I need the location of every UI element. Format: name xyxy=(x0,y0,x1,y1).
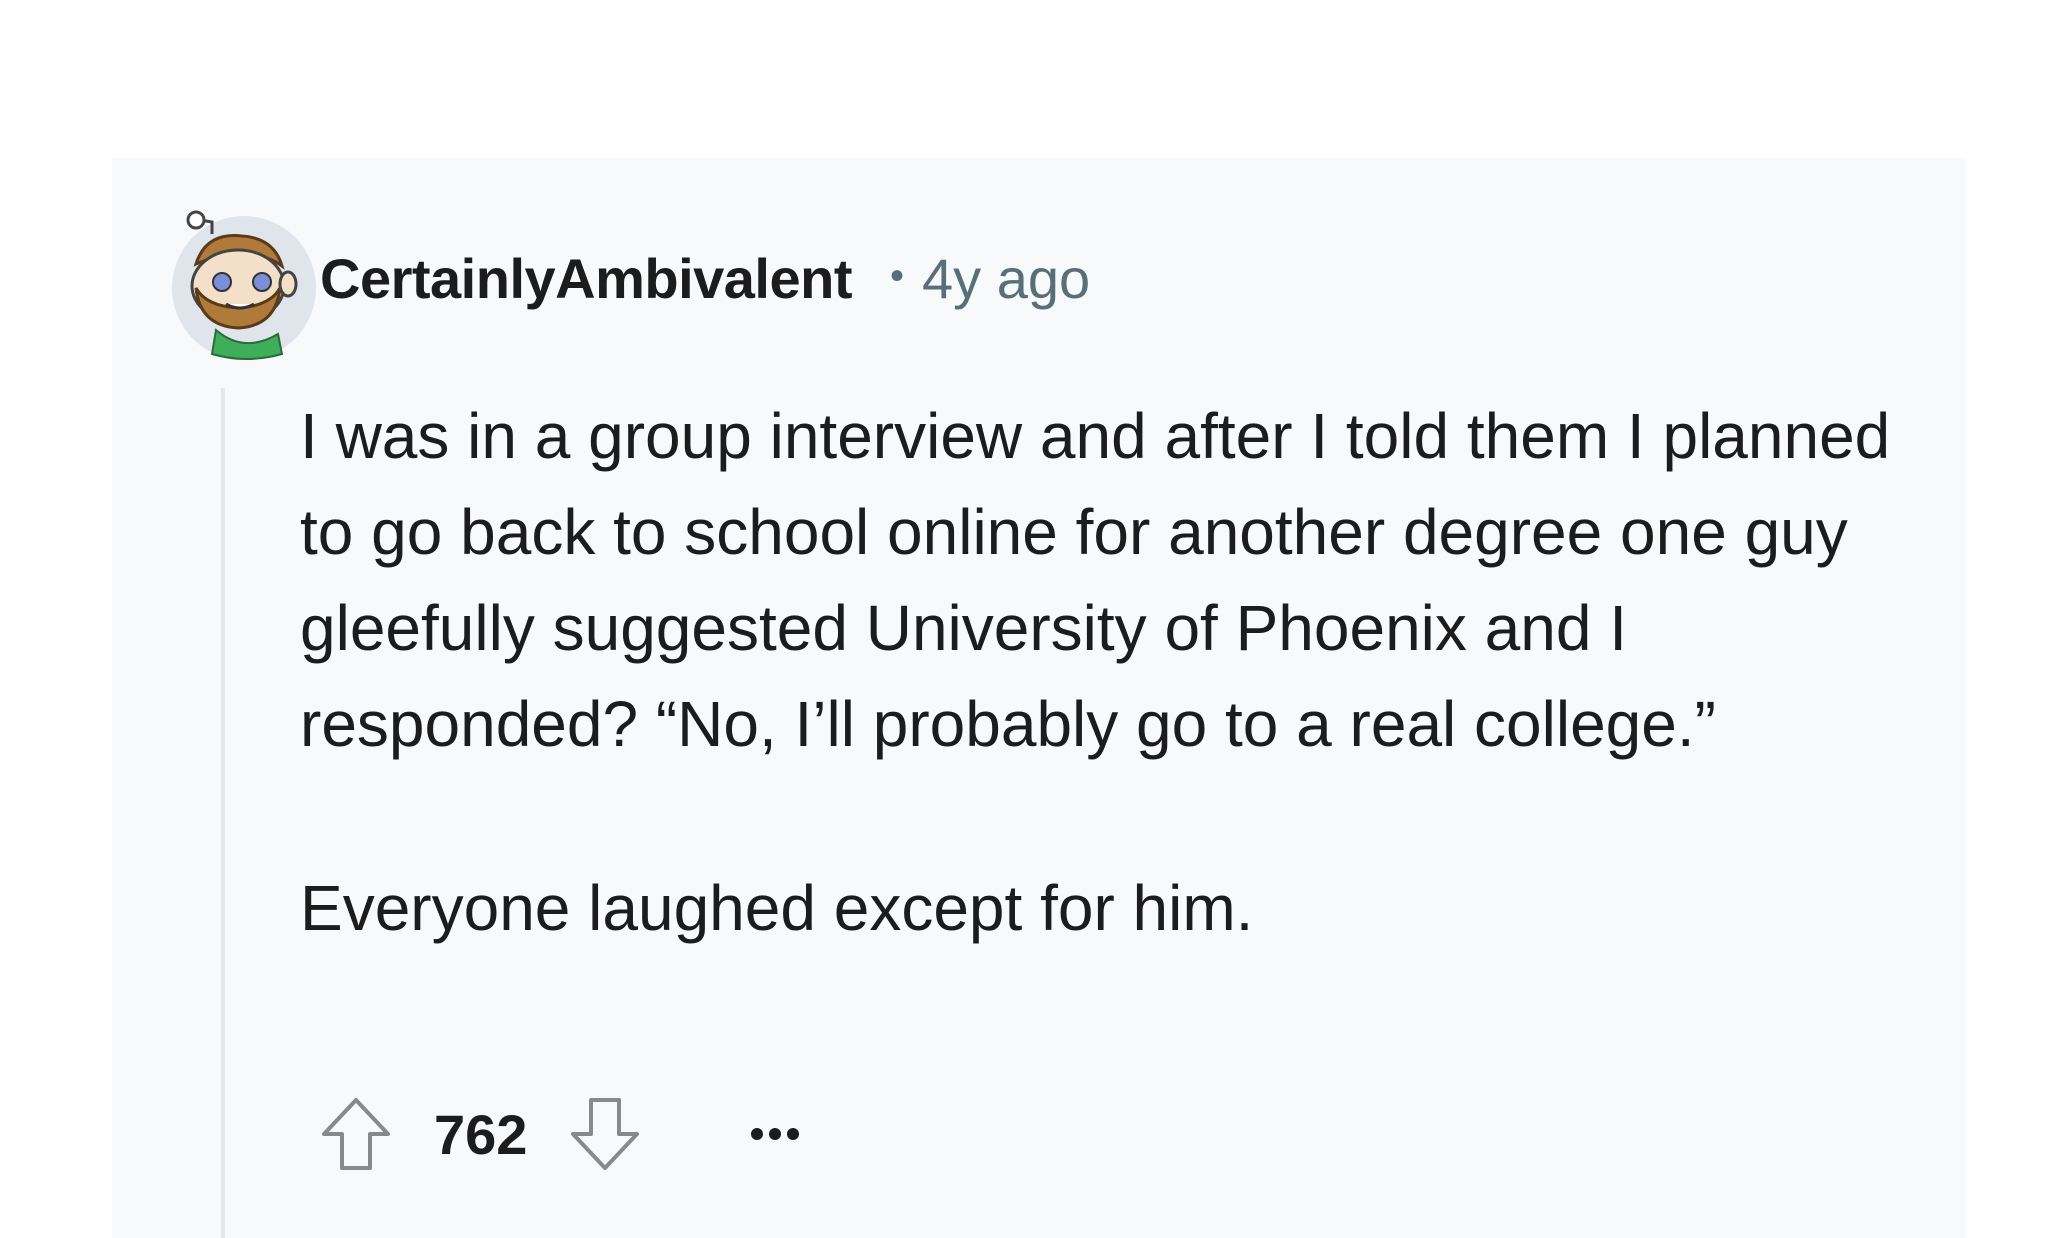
comment-body: I was in a group interview and after I t… xyxy=(300,388,1920,956)
downvote-arrow-icon[interactable] xyxy=(567,1094,643,1174)
comment-paragraph: Everyone laughed except for him. xyxy=(300,872,1254,944)
vote-score: 762 xyxy=(434,1102,528,1166)
snoo-avatar-icon xyxy=(172,210,316,360)
comment-actions: 762 xyxy=(318,1094,803,1174)
username-link[interactable]: CertainlyAmbivalent xyxy=(320,246,853,311)
meta-separator: • xyxy=(890,254,905,298)
user-avatar[interactable] xyxy=(166,204,322,360)
more-options-icon[interactable] xyxy=(747,1124,803,1144)
comment-timestamp[interactable]: 4y ago xyxy=(922,246,1090,311)
thread-line[interactable] xyxy=(221,388,225,1238)
comment-paragraph: I was in a group interview and after I t… xyxy=(300,400,1891,760)
comment-header: CertainlyAmbivalent • 4y ago xyxy=(320,246,1090,311)
upvote-arrow-icon[interactable] xyxy=(318,1094,394,1174)
